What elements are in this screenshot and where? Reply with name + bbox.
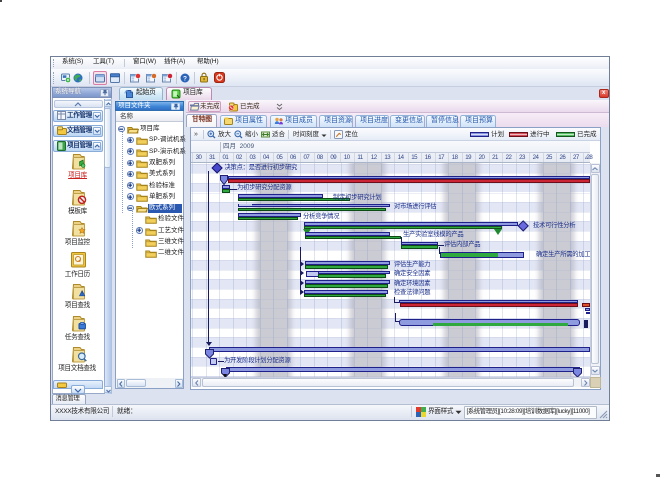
svg-text:?: ? [183,75,187,82]
